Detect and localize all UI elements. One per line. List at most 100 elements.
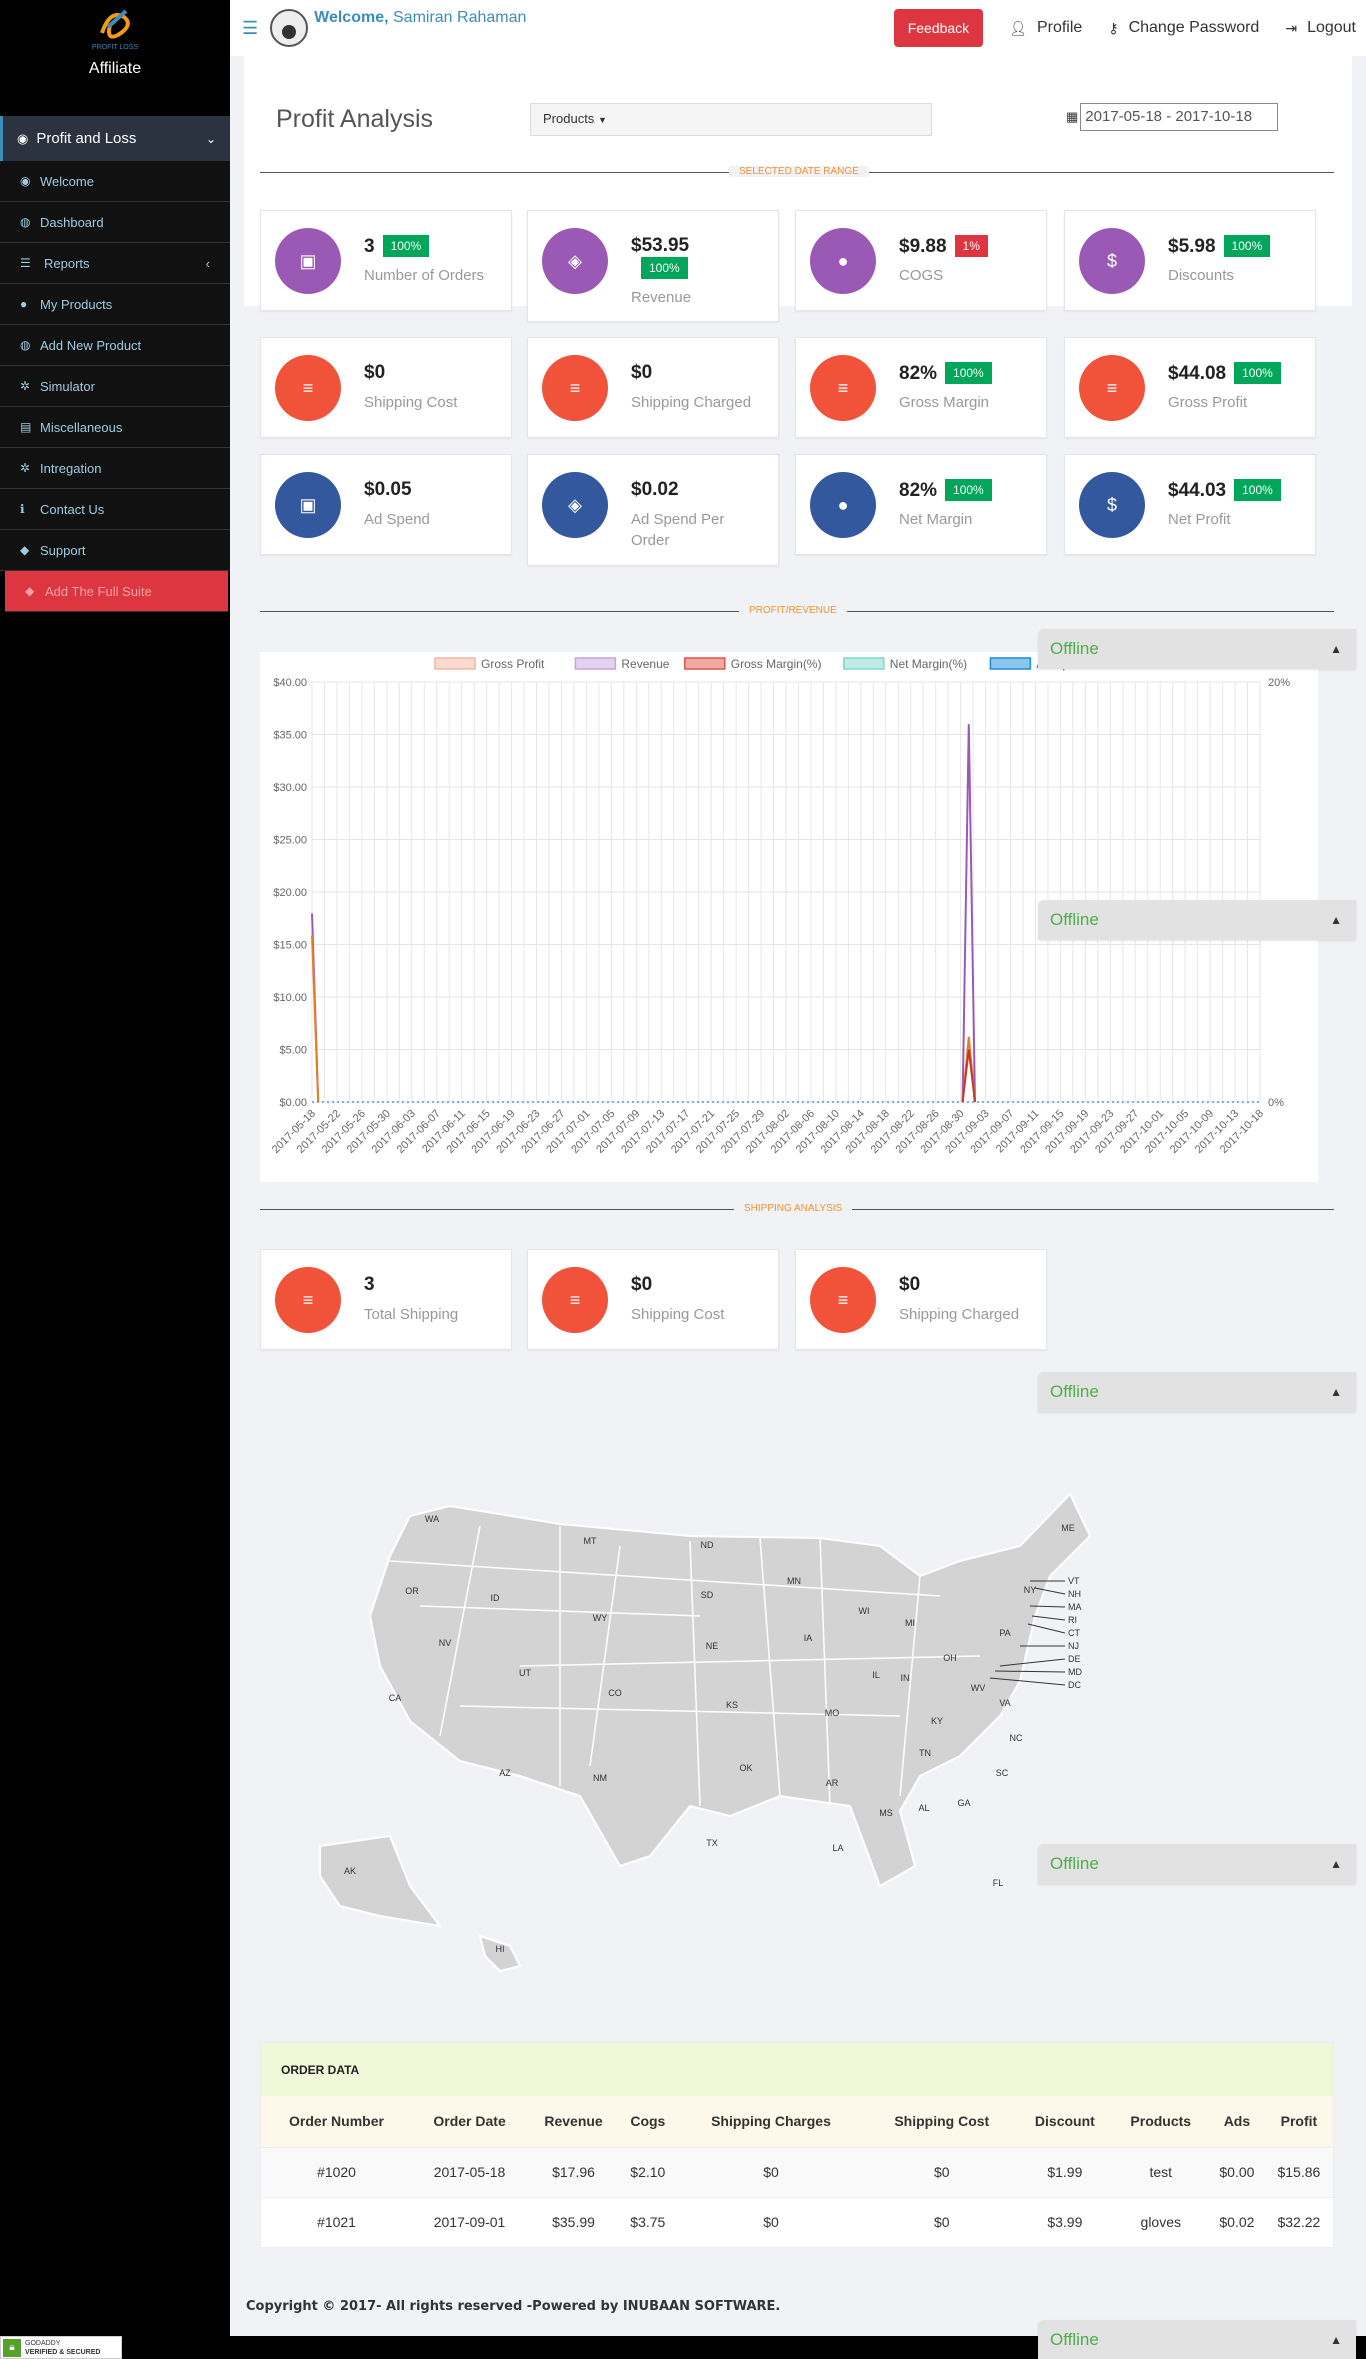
column-header[interactable]: Shipping Cost	[866, 2096, 1018, 2147]
sidebar-item-reports[interactable]: ☰ Reports ‹	[0, 243, 230, 284]
change-password-link[interactable]: ⚷ Change Password	[1108, 19, 1259, 37]
state-label: CO	[608, 1688, 622, 1698]
topbar: ☰ Welcome, Samiran Rahaman Feedback 👤︎ Pr…	[230, 0, 1366, 56]
sidebar-item-add-new-product[interactable]: ◍ Add New Product	[0, 325, 230, 366]
offline-widget[interactable]: Offline ▲	[1038, 1372, 1356, 1412]
card-label: Shipping Cost	[631, 1306, 725, 1323]
state-label: SD	[701, 1590, 714, 1600]
card-orders: ▣ 3 100% Number of Orders	[260, 210, 512, 311]
column-header[interactable]: Ads	[1209, 2096, 1265, 2147]
column-header[interactable]: Discount	[1017, 2096, 1113, 2147]
card-total-shipping: ≡ 3 Total Shipping	[260, 1249, 512, 1350]
logo[interactable]: PROFIT LOSS	[0, 0, 230, 56]
state-label: NM	[593, 1773, 607, 1783]
state-label: WY	[593, 1613, 608, 1623]
godaddy-seal[interactable]: 🔒︎ GODADDY VERIFIED & SECURED	[0, 2336, 122, 2359]
offline-label: Offline	[1050, 910, 1099, 929]
sidebar-item-miscellaneous[interactable]: ▤ Miscellaneous	[0, 407, 230, 448]
avatar[interactable]	[270, 9, 309, 47]
state-label: TX	[706, 1838, 718, 1848]
column-header[interactable]: Order Date	[412, 2096, 528, 2147]
welcome-text: Welcome,	[314, 9, 389, 26]
column-header[interactable]: Products	[1112, 2096, 1210, 2147]
legend-swatch	[574, 657, 617, 670]
sidebar-item-contact-us[interactable]: ℹ Contact Us	[0, 489, 230, 530]
sidebar-item-integration[interactable]: ✲ Intregation	[0, 448, 230, 489]
book-icon: ▣	[275, 472, 341, 538]
products-dropdown-label: Products	[543, 111, 595, 126]
offline-widget[interactable]: Offline ▲	[1038, 1844, 1356, 1884]
card-value: 82%	[899, 363, 938, 384]
offline-widget[interactable]: Offline ▲	[1038, 900, 1356, 940]
change-password-label: Change Password	[1128, 19, 1260, 36]
card-gross-margin: ≡ 82% 100% Gross Margin	[795, 337, 1047, 438]
table-cell: gloves	[1112, 2196, 1210, 2247]
chevron-up-icon: ▲	[1330, 1857, 1342, 1871]
sidebar-item-profit-and-loss[interactable]: ◉ Profit and Loss ⌄	[0, 116, 230, 161]
profile-link[interactable]: 👤︎ Profile	[1009, 19, 1082, 37]
calendar-icon: ▦	[1066, 109, 1079, 124]
state-label: HI	[496, 1944, 505, 1954]
card-gross-profit: ≡ $44.08 100% Gross Profit	[1064, 337, 1316, 438]
card-label: Total Shipping	[364, 1306, 459, 1323]
card-ad-spend: ▣ $0.05 Ad Spend	[260, 454, 512, 555]
sidebar-item-my-products[interactable]: ● My Products	[0, 284, 230, 325]
logo-text: PROFIT LOSS	[92, 44, 138, 51]
offline-widget[interactable]: Offline ▲	[1038, 629, 1356, 669]
page-title: Profit Analysis	[276, 105, 434, 133]
sidebar-item-support[interactable]: ◆ Support	[0, 530, 230, 571]
sidebar-item-label: Simulator	[40, 378, 95, 394]
sidebar-item-label: My Products	[40, 296, 113, 312]
lock-icon: 🔒︎	[3, 2338, 21, 2357]
y-tick-label: $25.00	[273, 835, 307, 847]
feedback-button[interactable]: Feedback	[893, 9, 984, 47]
card-value: $44.03	[1168, 480, 1227, 501]
caret-down-icon: ▼	[597, 115, 607, 125]
card-badge: 100%	[382, 235, 430, 257]
column-header[interactable]: Revenue	[527, 2096, 620, 2147]
column-header[interactable]: Cogs	[619, 2096, 676, 2147]
list-icon: ≡	[810, 1267, 876, 1333]
card-value: $9.88	[899, 236, 947, 257]
sidebar-item-add-full-suite[interactable]: ◆ Add The Full Suite	[5, 571, 228, 612]
sidebar-item-simulator[interactable]: ✲ Simulator	[0, 366, 230, 407]
logout-link[interactable]: ⇥ Logout	[1285, 19, 1356, 37]
us-map[interactable]: WA OR CA ID NV MT WY UT AZ CO NM ND SD NE KS OK TX MN IA MO…	[260, 1466, 1318, 2026]
offline-widget[interactable]: Offline ▲	[1038, 2320, 1356, 2359]
card-label: Shipping Cost	[364, 394, 458, 411]
state-label: NY	[1024, 1585, 1037, 1595]
sidebar-item-label: Support	[40, 542, 86, 558]
chevron-left-icon: ‹	[205, 255, 210, 271]
table-row[interactable]: #1021 2017-09-01 $35.99 $3.75 $0 $0 $3.99 glove…	[261, 2196, 1333, 2247]
section-label-profit-revenue: PROFIT/REVENUE	[739, 605, 847, 616]
card-shipping-charged: ≡ $0 Shipping Charged	[527, 337, 779, 438]
state-callout-label: MA	[1068, 1602, 1082, 1612]
user-icon: 👤︎	[1009, 19, 1027, 36]
products-dropdown[interactable]: Products ▼	[530, 103, 932, 136]
sidebar-item-dashboard[interactable]: ◍ Dashboard	[0, 202, 230, 243]
card-value: $44.08	[1168, 363, 1227, 384]
chevron-up-icon: ▲	[1330, 913, 1342, 927]
column-header[interactable]: Order Number	[261, 2096, 412, 2147]
hamburger-icon[interactable]: ☰	[242, 18, 258, 39]
date-range-input[interactable]: 2017-05-18 - 2017-10-18	[1080, 103, 1279, 131]
card-discounts: $ $5.98 100% Discounts	[1064, 210, 1316, 311]
sidebar-item-welcome[interactable]: ◉ Welcome	[0, 161, 230, 202]
state-label: VA	[999, 1698, 1010, 1708]
state-label: MN	[787, 1576, 801, 1586]
order-data-title: ORDER DATA	[261, 2043, 1333, 2096]
section-label-shipping: SHIPPING ANALYSIS	[734, 1203, 853, 1214]
sidebar-item-label: Add New Product	[40, 337, 142, 353]
logo-icon: PROFIT LOSS	[92, 9, 138, 51]
copyright: Copyright © 2017- All rights reserved -P…	[246, 2299, 781, 2314]
date-range-picker[interactable]: ▦ 2017-05-18 - 2017-10-18	[1066, 103, 1279, 131]
column-header[interactable]: Shipping Charges	[675, 2096, 867, 2147]
table-row[interactable]: #1020 2017-05-18 $17.96 $2.10 $0 $0 $1.99 test $…	[261, 2146, 1333, 2197]
table-cell: $32.22	[1264, 2196, 1333, 2247]
card-badge: 100%	[641, 257, 688, 279]
tag-icon: ◆	[25, 584, 35, 598]
y-tick-label: $15.00	[273, 940, 307, 952]
profile-label: Profile	[1036, 19, 1083, 36]
y-tick-label: $0.00	[279, 1097, 307, 1109]
column-header[interactable]: Profit	[1264, 2096, 1333, 2147]
